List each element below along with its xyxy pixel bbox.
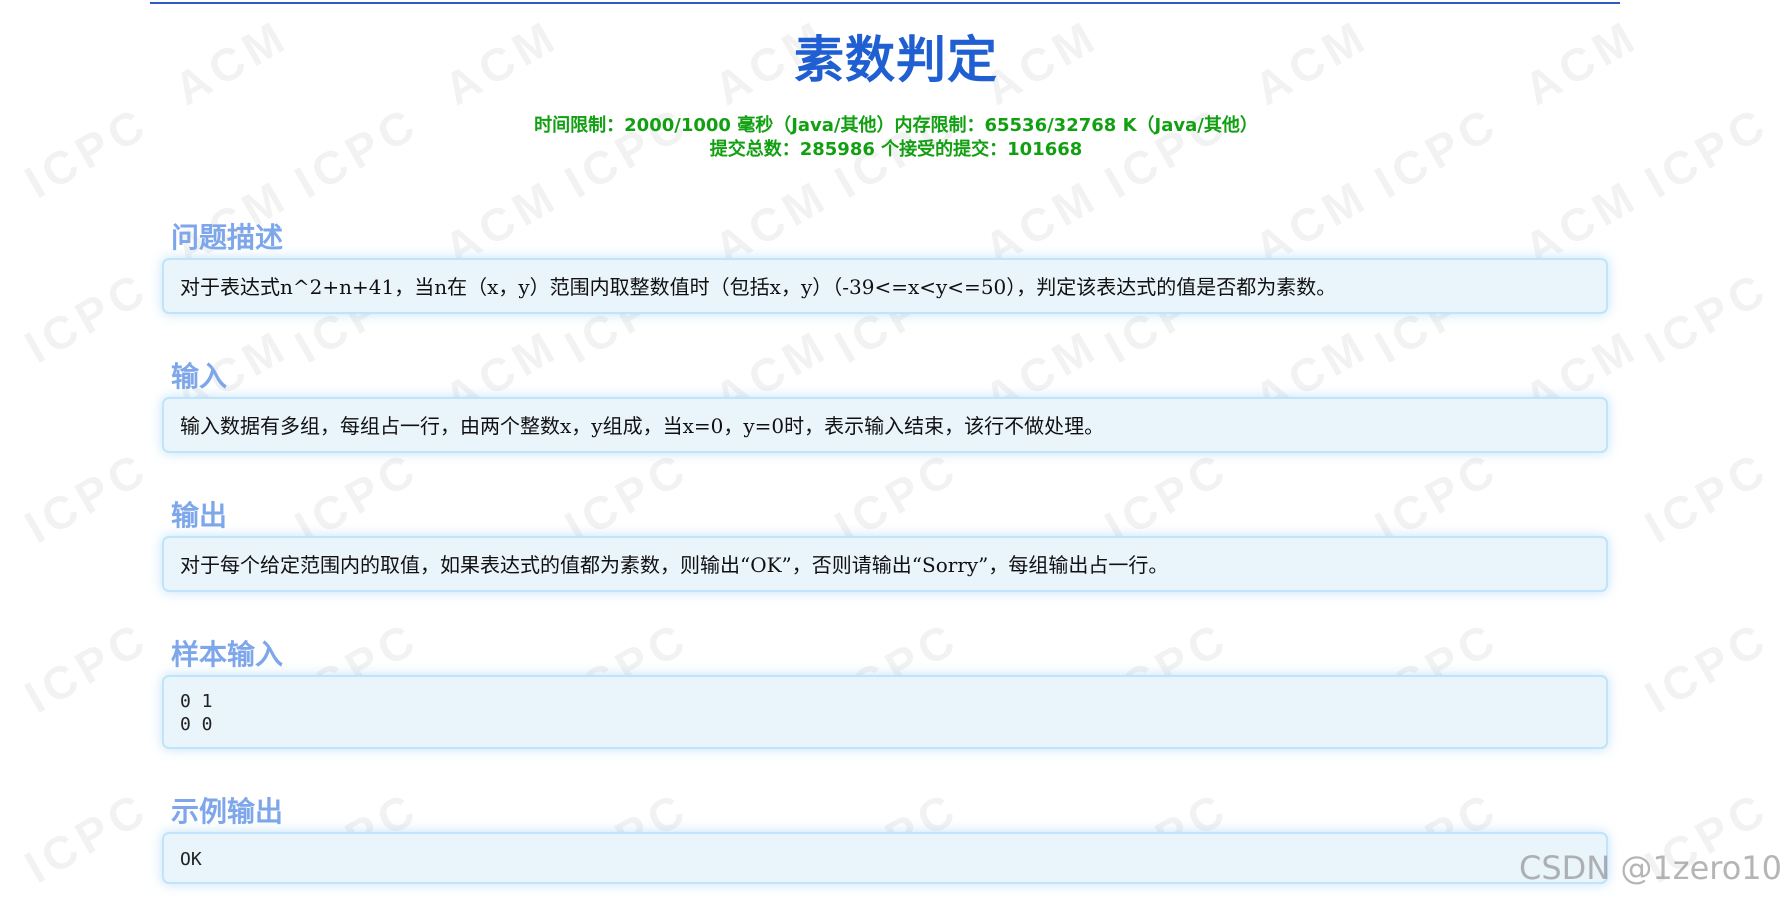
section-content-output: 对于每个给定范围内的取值，如果表达式的值都为素数，则输出“OK”，否则请输出“S… (180, 553, 1169, 577)
section-box-sample-output: OK (162, 832, 1608, 884)
section-content-sample-output: OK (180, 849, 202, 870)
problem-page: 素数判定 时间限制：2000/1000 毫秒（Java/其他）内存限制：6553… (0, 0, 1792, 905)
limits-line: 时间限制：2000/1000 毫秒（Java/其他）内存限制：65536/327… (534, 115, 1258, 136)
section-content-problem-description: 对于表达式n^2+n+41，当n在（x，y）范围内取整数值时（包括x，y）（-3… (180, 275, 1337, 299)
section-heading-sample-output: 示例输出 (171, 795, 284, 828)
section-box-output: 对于每个给定范围内的取值，如果表达式的值都为素数，则输出“OK”，否则请输出“S… (162, 536, 1608, 592)
csdn-watermark: CSDN @1zero10 (1519, 849, 1782, 887)
section-box-input: 输入数据有多组，每组占一行，由两个整数x，y组成，当x=0，y=0时，表示输入结… (162, 397, 1608, 453)
problem-title: 素数判定 (794, 31, 998, 89)
section-box-sample-input: 0 1 0 0 (162, 675, 1608, 749)
section-heading-output: 输出 (171, 499, 228, 532)
section-heading-input: 输入 (171, 360, 228, 393)
section-heading-sample-input: 样本输入 (171, 638, 284, 671)
submission-stats-line: 提交总数：285986 个接受的提交：101668 (709, 139, 1083, 160)
problem-meta: 时间限制：2000/1000 毫秒（Java/其他）内存限制：65536/327… (0, 114, 1792, 162)
section-box-problem-description: 对于表达式n^2+n+41，当n在（x，y）范围内取整数值时（包括x，y）（-3… (162, 258, 1608, 314)
section-content-input: 输入数据有多组，每组占一行，由两个整数x，y组成，当x=0，y=0时，表示输入结… (180, 414, 1105, 438)
section-heading-problem-description: 问题描述 (171, 221, 284, 254)
section-content-sample-input: 0 1 0 0 (180, 691, 213, 735)
